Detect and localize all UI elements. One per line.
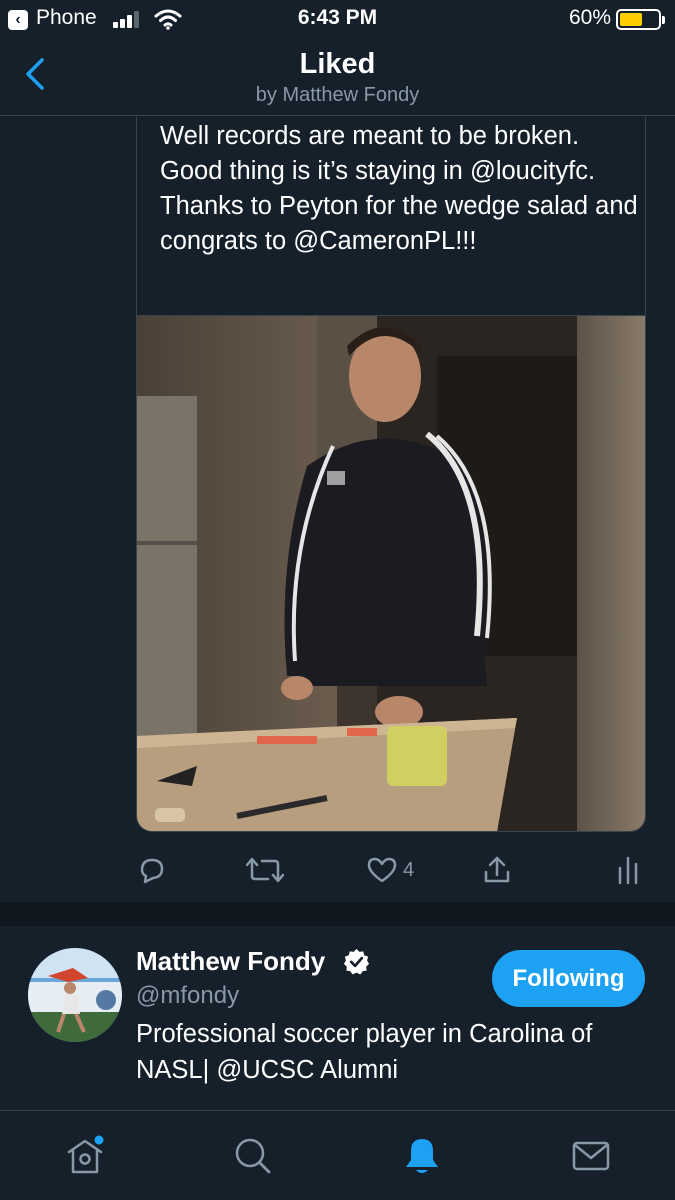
app-root: ‹ Phone 6:43 PM 60% Liked by Matthew Fon…: [0, 0, 675, 1200]
tab-home[interactable]: [35, 1111, 135, 1200]
tab-bar: [0, 1110, 675, 1200]
tweet-actions: 4: [136, 850, 646, 890]
quoted-tweet-text-box[interactable]: Well records are meant to be broken. Goo…: [136, 117, 646, 316]
retweet-icon: [246, 857, 284, 883]
nav-header: Liked by Matthew Fondy: [0, 38, 675, 116]
tab-notifications[interactable]: [372, 1111, 472, 1200]
section-divider: [0, 902, 675, 926]
profile-name[interactable]: Matthew Fondy: [136, 946, 325, 977]
reply-button[interactable]: [136, 850, 168, 890]
share-icon: [484, 856, 510, 883]
avatar-image: [28, 948, 122, 1042]
profile-handle: @mfondy: [136, 982, 240, 1009]
messages-icon: [572, 1141, 610, 1171]
reply-icon: [140, 858, 164, 884]
like-count: 4: [403, 858, 415, 881]
page-subtitle: by Matthew Fondy: [255, 84, 420, 106]
verified-badge-icon: [343, 948, 370, 975]
battery-icon: [616, 9, 665, 30]
avatar[interactable]: [28, 948, 122, 1042]
analytics-icon: [618, 856, 638, 885]
notifications-icon: [406, 1139, 438, 1173]
retweet-button[interactable]: [246, 850, 284, 890]
home-notification-dot: [94, 1135, 104, 1145]
tweet[interactable]: Well records are meant to be broken. Goo…: [0, 117, 675, 902]
home-icon: [67, 1135, 104, 1174]
search-icon: [235, 1138, 271, 1174]
share-button[interactable]: [481, 850, 513, 890]
profile-bio: Professional soccer player in Carolina o…: [136, 1020, 593, 1084]
tweet-video[interactable]: [136, 316, 646, 832]
like-button[interactable]: 4: [366, 850, 414, 890]
tab-search[interactable]: [203, 1111, 303, 1200]
battery-percent: 60%: [568, 6, 611, 29]
tab-messages[interactable]: [541, 1111, 641, 1200]
page-title: Liked: [299, 48, 376, 80]
profile-card[interactable]: Matthew Fondy @mfondy Professional socce…: [0, 926, 675, 1110]
like-icon: [367, 857, 397, 883]
tweet-text: Well records are meant to be broken. Goo…: [160, 122, 638, 255]
battery-level: [620, 13, 643, 26]
analytics-button[interactable]: [616, 850, 640, 890]
video-frame: [137, 316, 645, 831]
status-bar: ‹ Phone 6:43 PM 60%: [0, 0, 675, 38]
battery-cap: [662, 16, 665, 24]
following-button[interactable]: Following: [492, 950, 645, 1007]
